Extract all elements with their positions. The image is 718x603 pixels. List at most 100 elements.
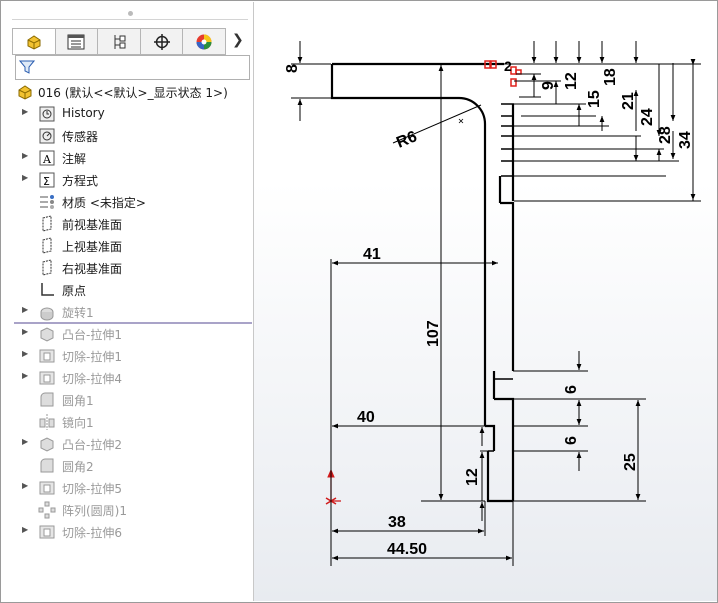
dim-41[interactable]: 41 [363,246,381,263]
dim-107[interactable]: 107 [425,320,442,347]
relation-icon-4 [510,78,517,87]
tree-item[interactable]: 阵列(圆周)1 [2,499,253,521]
dim-6-upper[interactable]: 6 [563,385,580,394]
origin-marker [325,468,341,505]
configurationmanager-tab[interactable] [98,29,141,54]
tree-item-label: 右视基准面 [62,262,123,276]
tree-item[interactable]: 传感器 [2,125,253,147]
expand-arrow-icon[interactable]: ▶ [22,305,28,314]
expand-arrow-icon[interactable]: ▶ [22,437,28,446]
expand-arrow-icon[interactable]: ▶ [22,327,28,336]
featuremanager-tab[interactable] [13,29,56,54]
tree-item[interactable]: ▶ 切除-拉伸6 [2,521,253,543]
panel-grip[interactable] [128,11,133,16]
tree-item[interactable]: ▶ A 注解 [2,147,253,169]
tree-item-label: 旋转1 [62,306,94,320]
feature-manager-panel: ❯ 016 (默认<<默认>_显示状态 1>) ▶ History 传感器 ▶ A 注解 ▶… [2,2,254,601]
tree-item-label: 凸台-拉伸1 [62,328,122,342]
tree-item-label: 切除-拉伸5 [62,482,122,496]
expand-arrow-icon[interactable]: ▶ [22,481,28,490]
tree-item-label: 阵列(圆周)1 [62,504,127,518]
tree-item-label: 凸台-拉伸2 [62,438,122,452]
tree-item[interactable]: ▶ Σ 方程式 [2,169,253,191]
dim-12-top[interactable]: 12 [563,72,580,90]
expand-arrow-icon[interactable]: ▶ [22,151,28,160]
tree-item[interactable]: 圆角1 [2,389,253,411]
property-icon [67,34,85,49]
config-icon [114,34,126,49]
part-icon [27,34,41,50]
dim-8[interactable]: 8 [284,64,301,73]
graphics-area[interactable]: 8 2 9 12 15 18 21 24 28 34 R6 41 107 40 … [254,2,717,601]
display-manager-tab[interactable] [183,29,225,54]
tree-item[interactable]: 前视基准面 [2,213,253,235]
tree-item-label: 圆角2 [62,460,94,474]
dim-21[interactable]: 21 [620,92,637,110]
tree-item-label: 原点 [62,284,87,298]
panel-top-divider [12,19,248,20]
tree-item-label: 上视基准面 [62,240,123,254]
profile-steps [485,103,514,452]
tree-item-label: 前视基准面 [62,218,123,232]
dim-28[interactable]: 28 [657,126,674,144]
tree-item[interactable]: 材质 <未指定> [2,191,253,213]
manager-tabs [12,28,226,55]
root-part[interactable]: 016 (默认<<默认>_显示状态 1>) [2,81,253,103]
dim-38[interactable]: 38 [388,514,406,531]
tree-item-label: 材质 <未指定> [62,196,146,210]
filter-bar[interactable] [15,55,250,80]
tree-item-label: 镜向1 [62,416,94,430]
tree-item[interactable]: ▶ 切除-拉伸4 [2,367,253,389]
tree-item[interactable]: ▶ History [2,103,253,125]
svg-text:A: A [42,153,52,166]
filter-icon[interactable] [19,59,35,75]
dim-34[interactable]: 34 [677,131,694,149]
tree-item-label: 切除-拉伸1 [62,350,122,364]
dim-25[interactable]: 25 [622,453,639,471]
dim-24[interactable]: 24 [639,108,656,126]
rollback-bar[interactable] [14,322,252,324]
appearance-icon [196,34,212,49]
tree-item[interactable]: ▶ 旋转1 [2,301,253,323]
dim-18[interactable]: 18 [602,68,619,86]
tree-item[interactable]: 圆角2 [2,455,253,477]
tree-item[interactable]: 上视基准面 [2,235,253,257]
tree-item-label: 方程式 [62,174,99,188]
dim-40[interactable]: 40 [357,409,375,426]
dim-12-bottom[interactable]: 12 [464,468,481,486]
dim-15[interactable]: 15 [586,90,603,108]
dim-6-lower[interactable]: 6 [563,436,580,445]
expand-arrow-icon[interactable]: ▶ [22,173,28,182]
expand-arrow-icon[interactable]: ▶ [22,371,28,380]
svg-text:Σ: Σ [43,175,50,188]
tree-item-label: History [62,106,105,120]
dimxpert-tab[interactable] [141,29,184,54]
tree-item[interactable]: ▶ 凸台-拉伸1 [2,323,253,345]
expand-arrow-icon[interactable]: ▶ [22,349,28,358]
feature-tree: 016 (默认<<默认>_显示状态 1>) ▶ History 传感器 ▶ A 注解 ▶ Σ 方… [2,81,253,543]
tree-item-label: 注解 [62,152,87,166]
tree-item[interactable]: 右视基准面 [2,257,253,279]
tree-item[interactable]: 镜向1 [2,411,253,433]
dim-2[interactable]: 2 [504,58,512,74]
window: ❯ 016 (默认<<默认>_显示状态 1>) ▶ History 传感器 ▶ A 注解 ▶… [0,0,718,603]
dim-9[interactable]: 9 [540,81,557,90]
tree-item[interactable]: 原点 [2,279,253,301]
dim-44-50[interactable]: 44.50 [387,541,427,558]
propertymanager-tab[interactable] [56,29,99,54]
part-icon [18,85,32,100]
sketch-drawing[interactable]: 8 2 9 12 15 18 21 24 28 34 R6 41 107 40 … [254,2,717,601]
tree-item[interactable]: ▶ 切除-拉伸5 [2,477,253,499]
tree-item-label: 圆角1 [62,394,94,408]
crosshair-icon [153,33,170,50]
dim-r6[interactable]: R6 [394,128,419,151]
tree-item-label: 切除-拉伸4 [62,372,122,386]
tree-item[interactable]: ▶ 切除-拉伸1 [2,345,253,367]
expand-arrow-icon[interactable]: ▶ [22,107,28,116]
tree-item[interactable]: ▶ 凸台-拉伸2 [2,433,253,455]
tree-item-label: 切除-拉伸6 [62,526,122,540]
tree-item-label: 传感器 [62,130,99,144]
expand-arrow-icon[interactable]: ▶ [22,525,28,534]
relation-icon-5 [515,69,522,75]
chevron-right-icon[interactable]: ❯ [232,32,244,48]
